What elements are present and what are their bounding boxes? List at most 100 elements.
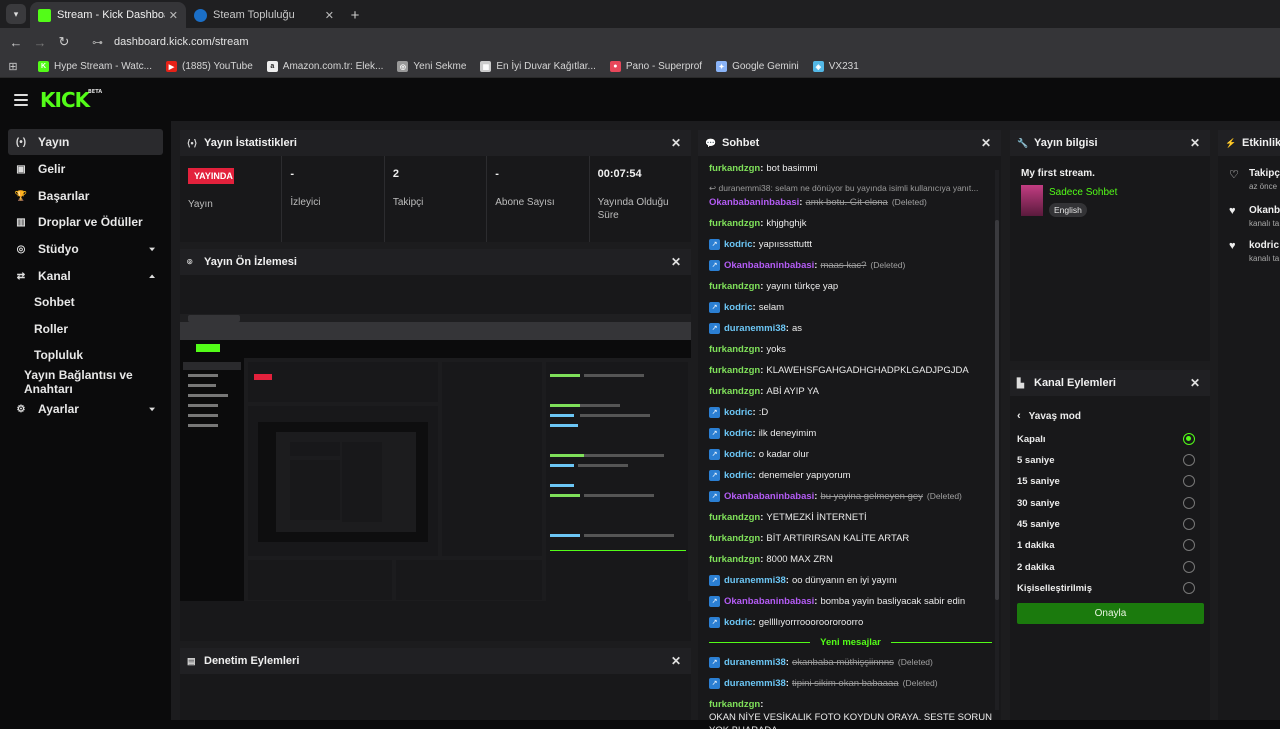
chat-username[interactable]: Okanbabaninbabasi: bbox=[724, 259, 817, 272]
bookmark-item[interactable]: ● Pano - Superprof bbox=[609, 61, 702, 72]
chat-username[interactable]: duranemmi38: bbox=[724, 574, 789, 587]
radio-button[interactable] bbox=[1183, 454, 1195, 466]
bookmark-item[interactable]: ▶ (1885) YouTube bbox=[165, 61, 253, 72]
slow-mode-option[interactable]: Kapalı bbox=[1017, 430, 1203, 448]
chat-message[interactable]: furkandzgn: YETMEZKİ İNTERNETİ bbox=[709, 511, 992, 524]
bookmark-item[interactable]: ◈ VX231 bbox=[812, 61, 859, 72]
chat-message[interactable]: ↗ Okanbabaninbabasi: maas kac? (Deleted) bbox=[709, 259, 992, 272]
chat-message[interactable]: furkandzgn: OKAN NİYE VESİKALIK FOTO KOYD… bbox=[709, 698, 992, 729]
chat-message[interactable]: ↗ duranemmi38: as bbox=[709, 322, 992, 335]
chat-message[interactable]: furkandzgn: KLAWEHSFGAHGADHGHADPKLGADJPGJ… bbox=[709, 364, 992, 377]
radio-button[interactable] bbox=[1183, 539, 1195, 551]
sidebar-item-yayın[interactable]: (•) Yayın bbox=[8, 129, 163, 155]
category-thumbnail[interactable] bbox=[1021, 185, 1043, 216]
slow-mode-back-button[interactable]: ‹ Yavaş mod bbox=[1017, 410, 1081, 422]
activity-item[interactable]: ♥ kodric kanalı ta bbox=[1229, 240, 1279, 263]
chat-message[interactable]: ↗ kodric: selam bbox=[709, 301, 992, 314]
slow-mode-option[interactable]: Kişiselleştirilmiş bbox=[1017, 579, 1203, 597]
chat-message[interactable]: ↗ duranemmi38: okanbaba müthişşiinnns (Dele… bbox=[709, 656, 992, 669]
chat-username[interactable]: furkandzgn: bbox=[709, 385, 763, 398]
radio-button[interactable] bbox=[1183, 497, 1195, 509]
close-panel-icon[interactable]: ✕ bbox=[1190, 136, 1200, 150]
chat-username[interactable]: kodric: bbox=[724, 427, 756, 440]
stream-preview-video[interactable] bbox=[180, 314, 691, 602]
chat-username[interactable]: kodric: bbox=[724, 616, 756, 629]
sidebar-item-roller[interactable]: Roller bbox=[8, 316, 163, 342]
sidebar-item-yayın-bağlantısı-ve-anahtarı[interactable]: Yayın Bağlantısı ve Anahtarı bbox=[8, 368, 163, 396]
reload-icon[interactable]: ↻ bbox=[52, 34, 76, 50]
kick-logo[interactable]: KICK BETA bbox=[40, 88, 102, 112]
sidebar-item-topluluk[interactable]: Topluluk bbox=[8, 342, 163, 368]
chat-username[interactable]: kodric: bbox=[724, 238, 756, 251]
sidebar-item-kanal[interactable]: ⇄ Kanal ▲ bbox=[8, 263, 163, 289]
chat-message[interactable]: ↗ kodric: ilk deneyimim bbox=[709, 427, 992, 440]
chat-username[interactable]: furkandzgn: bbox=[709, 343, 763, 356]
chat-message[interactable]: ↗ kodric: gellllıyorrroooroororoorro bbox=[709, 616, 992, 629]
chat-scrollbar-thumb[interactable] bbox=[995, 220, 999, 600]
radio-button[interactable] bbox=[1183, 561, 1195, 573]
site-info-icon[interactable]: ⊶ bbox=[92, 36, 108, 49]
sidebar-item-başarılar[interactable]: 🏆 Başarılar bbox=[8, 183, 163, 209]
chat-message[interactable]: furkandzgn: 8000 MAX ZRN bbox=[709, 553, 992, 566]
close-tab-icon[interactable]: ✕ bbox=[169, 9, 178, 22]
slow-mode-option[interactable]: 5 saniye bbox=[1017, 451, 1203, 469]
activity-item[interactable]: ♥ Okanb kanalı ta bbox=[1229, 205, 1280, 228]
chat-username[interactable]: furkandzgn: bbox=[709, 162, 763, 175]
slow-mode-option[interactable]: 45 saniye bbox=[1017, 515, 1203, 533]
bookmark-item[interactable]: ▦ En İyi Duvar Kağıtlar... bbox=[480, 61, 596, 72]
slow-mode-option[interactable]: 15 saniye bbox=[1017, 472, 1203, 490]
chevron-down-icon[interactable]: ▼ bbox=[147, 406, 157, 413]
confirm-button[interactable]: Onayla bbox=[1017, 603, 1204, 624]
chat-message[interactable]: ↗ kodric: o kadar olur bbox=[709, 448, 992, 461]
slow-mode-option[interactable]: 2 dakika bbox=[1017, 558, 1203, 576]
chat-username[interactable]: furkandzgn: bbox=[709, 553, 763, 566]
chat-username[interactable]: kodric: bbox=[724, 301, 756, 314]
sidebar-item-gelir[interactable]: ▣ Gelir bbox=[8, 156, 163, 182]
sidebar-item-ayarlar[interactable]: ⚙ Ayarlar ▼ bbox=[8, 396, 163, 422]
reply-reference[interactable]: ↩ duranemmi38: selam ne dönüyor bu yayın… bbox=[709, 183, 992, 194]
activity-item[interactable]: ♡ Takipç az önce bbox=[1229, 168, 1280, 191]
new-tab-button[interactable]: + bbox=[342, 2, 368, 28]
chevron-down-icon[interactable]: ▼ bbox=[147, 246, 157, 253]
chat-message[interactable]: furkandzgn: ABİ AYIP YA bbox=[709, 385, 992, 398]
close-panel-icon[interactable]: ✕ bbox=[671, 255, 681, 269]
chat-message[interactable]: furkandzgn: khjghghjk bbox=[709, 217, 992, 230]
chat-username[interactable]: duranemmi38: bbox=[724, 677, 789, 690]
chat-message[interactable]: ↗ kodric: denemeler yapıyorum bbox=[709, 469, 992, 482]
chat-message[interactable]: ↗ Okanbabaninbabasi: bomba yayin basliyaca… bbox=[709, 595, 992, 608]
chat-message[interactable]: furkandzgn: yoks bbox=[709, 343, 992, 356]
chat-message[interactable]: ↗ duranemmi38: oo dünyanın en iyi yayını bbox=[709, 574, 992, 587]
browser-tab-kick[interactable]: Stream - Kick Dashboard ✕ bbox=[30, 2, 186, 28]
chat-message[interactable]: ↗ Okanbabaninbabasi: bu yayina gelmeyen ge… bbox=[709, 490, 992, 503]
sidebar-item-droplar-ve-ödüller[interactable]: ▥ Droplar ve Ödüller bbox=[8, 209, 163, 235]
chat-username[interactable]: kodric: bbox=[724, 448, 756, 461]
close-panel-icon[interactable]: ✕ bbox=[671, 136, 681, 150]
chat-username[interactable]: furkandzgn: bbox=[709, 217, 763, 230]
chat-message[interactable]: ↗ duranemmi38: tipini sikim okan babaaaa (D… bbox=[709, 677, 992, 690]
forward-icon[interactable]: → bbox=[28, 35, 52, 50]
chat-username[interactable]: duranemmi38: bbox=[724, 656, 789, 669]
chat-username[interactable]: furkandzgn: bbox=[709, 280, 763, 293]
category-link[interactable]: Sadece Sohbet bbox=[1049, 187, 1117, 198]
chat-username[interactable]: furkandzgn: bbox=[709, 698, 763, 711]
slow-mode-option[interactable]: 30 saniye bbox=[1017, 494, 1203, 512]
chat-message[interactable]: Okanbabaninbabasi: amk botu. Git elona (De… bbox=[709, 196, 992, 209]
close-panel-icon[interactable]: ✕ bbox=[671, 654, 681, 668]
chat-username[interactable]: kodric: bbox=[724, 406, 756, 419]
radio-button[interactable] bbox=[1183, 582, 1195, 594]
bookmark-item[interactable]: ◎ Yeni Sekme bbox=[397, 61, 466, 72]
chat-username[interactable]: Okanbabaninbabasi: bbox=[709, 196, 802, 209]
chat-username[interactable]: kodric: bbox=[724, 469, 756, 482]
chat-message[interactable]: furkandzgn: yayını türkçe yap bbox=[709, 280, 992, 293]
chat-username[interactable]: Okanbabaninbabasi: bbox=[724, 490, 817, 503]
chat-username[interactable]: furkandzgn: bbox=[709, 364, 763, 377]
radio-button[interactable] bbox=[1183, 475, 1195, 487]
url-field[interactable]: ⊶ dashboard.kick.com/stream bbox=[86, 31, 1272, 53]
slow-mode-option[interactable]: 1 dakika bbox=[1017, 536, 1203, 554]
chat-message[interactable]: ↗ kodric::D bbox=[709, 406, 992, 419]
sidebar-item-stüdyo[interactable]: ◎ Stüdyo ▼ bbox=[8, 236, 163, 262]
chat-username[interactable]: Okanbabaninbabasi: bbox=[724, 595, 817, 608]
chat-username[interactable]: furkandzgn: bbox=[709, 511, 763, 524]
close-tab-icon[interactable]: ✕ bbox=[325, 9, 334, 22]
bookmark-item[interactable]: ✦ Google Gemini bbox=[716, 61, 799, 72]
